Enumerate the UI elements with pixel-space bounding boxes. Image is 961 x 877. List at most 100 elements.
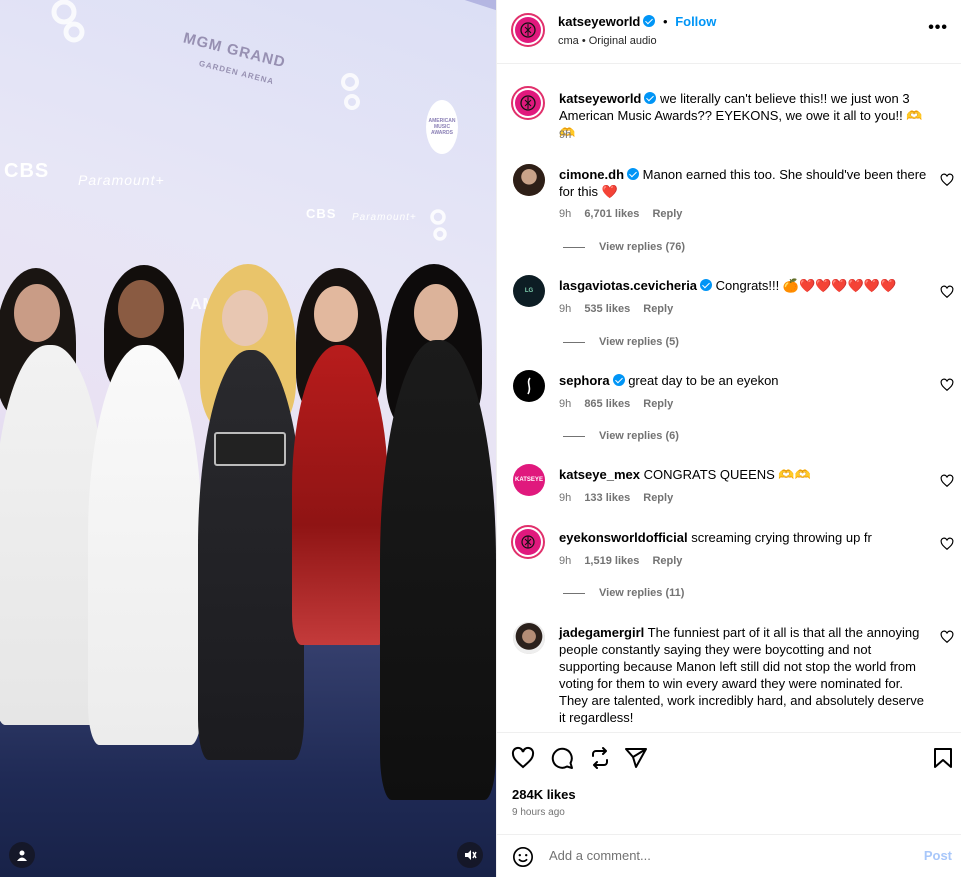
comment-item: sephora great day to be an eyekon 9h 865…: [497, 368, 961, 448]
face-4: [314, 286, 358, 342]
comment-text: great day to be an eyekon: [628, 373, 779, 388]
comment-item: cimone.dh Manon earned this too. She sho…: [497, 162, 961, 257]
face-3: [222, 290, 268, 346]
author-username[interactable]: katseyeworld: [558, 14, 640, 29]
send-icon[interactable]: [624, 746, 648, 770]
comment-likes[interactable]: 865 likes: [584, 398, 630, 410]
comment-item: jadegamergirl The funniest part of it al…: [497, 620, 961, 728]
heart-icon[interactable]: [940, 630, 954, 644]
share-icon[interactable]: [588, 746, 612, 770]
comment-likes[interactable]: 535 likes: [584, 303, 630, 315]
comment-input[interactable]: Add a comment...: [549, 848, 651, 863]
audio-subtitle[interactable]: cma • Original audio: [558, 35, 657, 47]
heart-icon[interactable]: [940, 285, 954, 299]
sephora-logo-icon: [527, 377, 531, 395]
paramount-logo-text: Paramount+: [78, 172, 165, 188]
likes-count[interactable]: 284K likes: [512, 787, 576, 802]
heart-icon[interactable]: [511, 746, 535, 770]
paramount-logo-text-2: Paramount+: [352, 212, 417, 223]
comment-text: screaming crying throwing up fr: [691, 530, 872, 545]
katseye-logo-icon: [520, 22, 536, 38]
comment-text: Congrats!!! 🍊❤️❤️❤️❤️❤️❤️: [715, 278, 897, 293]
post-header: katseyeworld • Follow cma • Original aud…: [497, 0, 961, 64]
katseye-logo-icon: [520, 95, 536, 111]
comment-username[interactable]: sephora: [559, 373, 610, 388]
commenter-avatar[interactable]: [511, 525, 545, 559]
caption-time[interactable]: 9h: [559, 129, 571, 141]
commenter-avatar[interactable]: [513, 164, 545, 196]
commenter-avatar[interactable]: [513, 370, 545, 402]
verified-badge-icon: [643, 15, 656, 27]
heart-icon[interactable]: [940, 474, 954, 488]
comment-text: CONGRATS QUEENS 🫶🫶: [643, 467, 811, 482]
follow-button[interactable]: Follow: [675, 14, 716, 29]
reply-button[interactable]: Reply: [643, 303, 673, 315]
view-replies-button[interactable]: View replies (11): [563, 587, 684, 599]
comment-time[interactable]: 9h: [559, 555, 571, 567]
bookmark-icon[interactable]: [931, 746, 955, 770]
heart-icon[interactable]: [940, 378, 954, 392]
comment-username[interactable]: katseye_mex: [559, 467, 640, 482]
user-tag-button[interactable]: [9, 842, 35, 868]
post-button[interactable]: Post: [924, 848, 952, 863]
person-2: [88, 345, 202, 745]
reply-button[interactable]: Reply: [652, 208, 682, 220]
comments-panel: katseyeworld • Follow cma • Original aud…: [496, 0, 961, 877]
comment-likes[interactable]: 1,519 likes: [584, 555, 639, 567]
heart-icon[interactable]: [940, 173, 954, 187]
comment-likes[interactable]: 133 likes: [584, 492, 630, 504]
user-tag-icon: [17, 850, 27, 861]
caption-username[interactable]: katseyeworld: [559, 91, 641, 106]
ama-logo-icon-2: [341, 73, 360, 110]
commenter-avatar[interactable]: KATSEYE: [513, 464, 545, 496]
face-1: [14, 284, 60, 342]
view-replies-button[interactable]: View replies (5): [563, 336, 679, 348]
separator-dot: •: [663, 14, 668, 29]
comment-username[interactable]: jadegamergirl: [559, 625, 644, 640]
mute-icon: [465, 850, 477, 860]
comment-username[interactable]: eyekonsworldofficial: [559, 530, 688, 545]
comment-time[interactable]: 9h: [559, 303, 571, 315]
cbs-logo-text: CBS: [4, 160, 50, 182]
comment-likes[interactable]: 6,701 likes: [584, 208, 639, 220]
more-options-icon[interactable]: •••: [928, 19, 948, 37]
person-5: [380, 340, 496, 800]
verified-badge-icon: [700, 279, 713, 291]
comment-time[interactable]: 9h: [559, 208, 571, 220]
heart-icon[interactable]: [940, 537, 954, 551]
emoji-icon[interactable]: [512, 846, 534, 868]
ama-badge: AMERICAN MUSIC AWARDS: [426, 100, 458, 154]
post-actions: 284K likes 9 hours ago: [497, 732, 961, 832]
mute-button[interactable]: [457, 842, 483, 868]
person-3: [198, 350, 304, 760]
comment-icon[interactable]: [550, 746, 574, 770]
reply-button[interactable]: Reply: [652, 555, 682, 567]
cbs-logo-text-2: CBS: [306, 206, 337, 221]
verified-badge-icon: [644, 92, 657, 104]
author-avatar[interactable]: [511, 13, 545, 47]
caption-avatar[interactable]: [511, 86, 545, 120]
reply-button[interactable]: Reply: [643, 398, 673, 410]
person-4: [292, 345, 388, 645]
comment-username[interactable]: cimone.dh: [559, 167, 624, 182]
reply-button[interactable]: Reply: [643, 492, 673, 504]
verified-badge-icon: [627, 168, 640, 180]
comment-item: LG lasgaviotas.cevicheria Congrats!!! 🍊❤…: [497, 273, 961, 353]
commenter-avatar[interactable]: LG: [513, 275, 545, 307]
post-media[interactable]: MGM GRAND GARDEN ARENA CBS Paramount+ CB…: [0, 0, 496, 877]
face-2: [118, 280, 164, 338]
award-trophy: [214, 432, 286, 466]
comment-item: KATSEYE katseye_mex CONGRATS QUEENS 🫶🫶 9…: [497, 462, 961, 512]
face-5: [414, 284, 458, 342]
add-comment-bar: Add a comment... Post: [497, 834, 961, 877]
commenter-avatar[interactable]: [513, 622, 545, 654]
ama-logo-icon-3: [430, 209, 447, 241]
comment-text: The funniest part of it all is that all …: [559, 625, 924, 725]
post-time[interactable]: 9 hours ago: [512, 807, 565, 818]
comment-time[interactable]: 9h: [559, 398, 571, 410]
comment-username[interactable]: lasgaviotas.cevicheria: [559, 278, 697, 293]
view-replies-button[interactable]: View replies (6): [563, 430, 679, 442]
comment-item: eyekonsworldofficial screaming crying th…: [497, 525, 961, 607]
view-replies-button[interactable]: View replies (76): [563, 241, 685, 253]
comment-time[interactable]: 9h: [559, 492, 571, 504]
